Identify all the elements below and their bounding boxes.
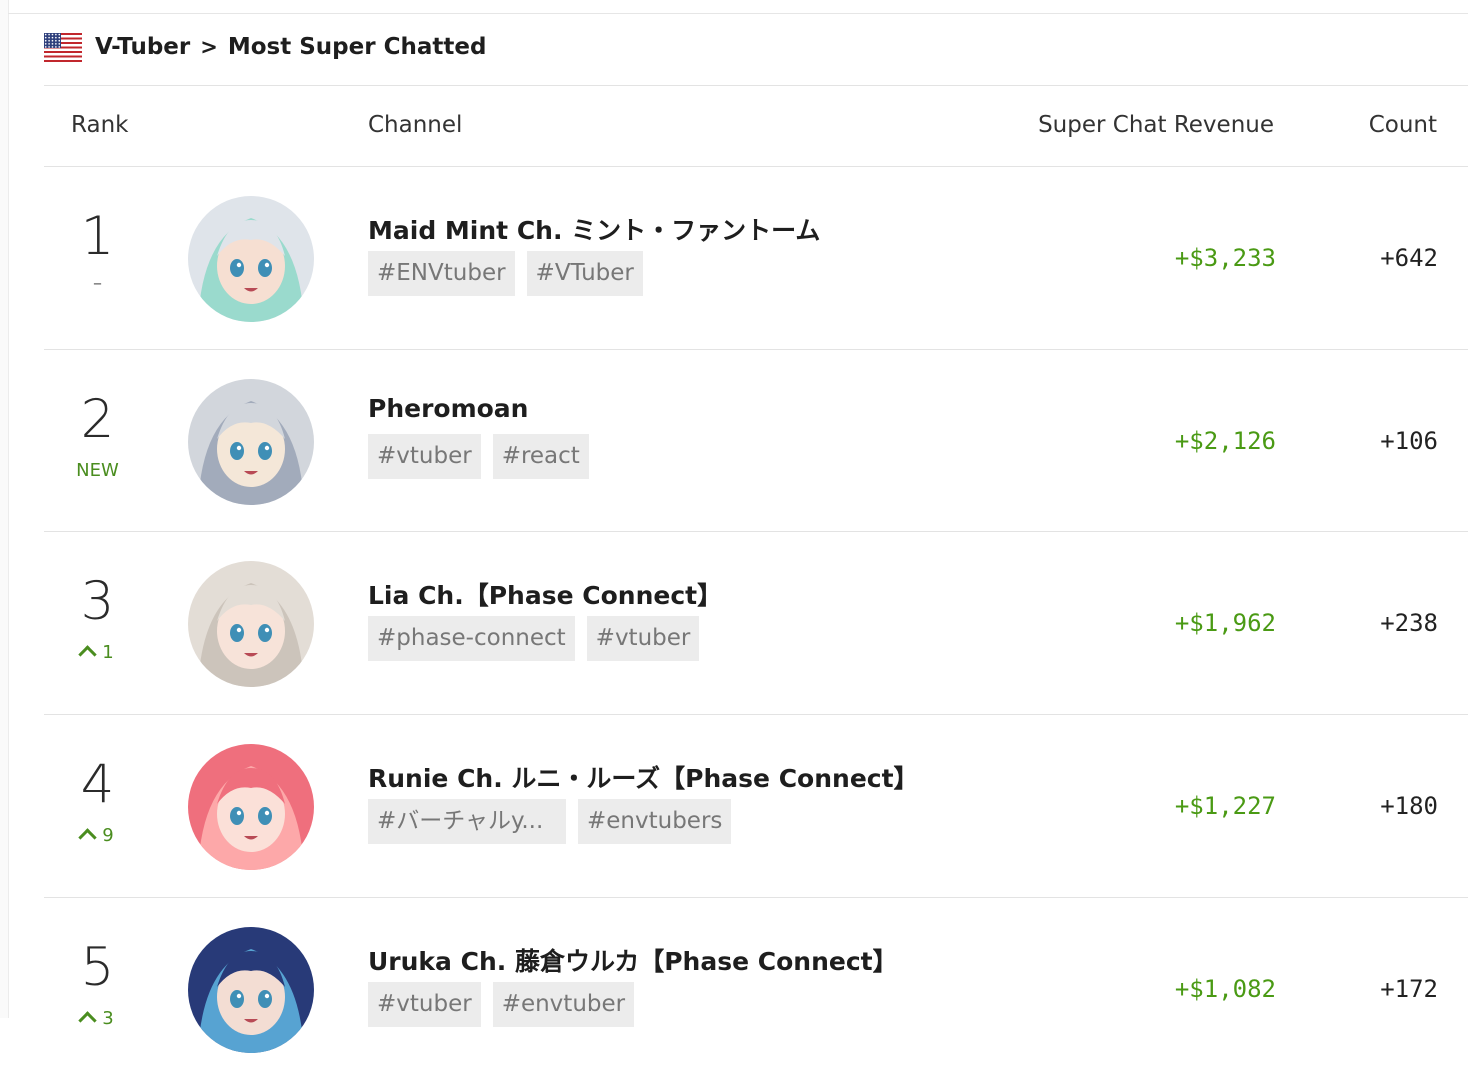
channel-tag[interactable]: #envtubers [578,799,732,844]
rank-change-up: 1 [44,642,151,664]
channel-avatar[interactable] [188,927,314,1053]
super-chat-count: +172 [1380,975,1438,1003]
top-divider [8,13,1468,14]
super-chat-revenue: +$1,962 [1174,609,1276,637]
breadcrumb-category-link[interactable]: V-Tuber [95,34,190,60]
arrow-up-icon [78,828,97,847]
channel-tags: #バーチャルy... #envtubers [368,799,743,844]
channel-tags: #vtuber #envtuber [368,982,646,1027]
super-chat-count: +180 [1380,792,1438,820]
channel-tag[interactable]: #ENVtuber [368,251,515,296]
rank-change-value: 1 [102,642,114,663]
channel-tags: #ENVtuber #VTuber [368,251,655,296]
super-chat-revenue: +$1,082 [1174,975,1276,1003]
super-chat-revenue: +$2,126 [1174,427,1276,455]
table-row[interactable]: 4 9 Runie Ch. ルニ・ルーズ【Phase Connect】 #バーチ… [44,715,1468,897]
super-chat-count: +106 [1380,427,1438,455]
rank-number: 2 [80,389,115,450]
super-chat-revenue: +$3,233 [1174,244,1276,272]
avatar-image [188,196,314,322]
rank-number: 3 [80,571,115,632]
count-column-header[interactable]: Count [1369,112,1437,138]
channel-name-link[interactable]: Uruka Ch. 藤倉ウルカ【Phase Connect】 [368,942,898,978]
us-flag-icon [44,32,82,62]
channel-tag[interactable]: #react [492,434,589,479]
super-chat-count: +238 [1380,609,1438,637]
table-row[interactable]: 5 3 Uruka Ch. 藤倉ウルカ【Phase Connect】 #vtub… [44,898,1468,1080]
breadcrumb-separator: > [200,35,218,59]
channel-avatar[interactable] [188,379,314,505]
avatar-image [188,744,314,870]
avatar-image [188,927,314,1053]
channel-name-link[interactable]: Pheromoan [368,394,528,423]
channel-tag[interactable]: #バーチャルy... [368,799,566,844]
breadcrumb-page-title: Most Super Chatted [227,34,487,60]
channel-name-link[interactable]: Runie Ch. ルニ・ルーズ【Phase Connect】 [368,759,919,795]
super-chat-count: +642 [1380,244,1438,272]
channel-tag[interactable]: #phase-connect [368,616,575,661]
channel-tag[interactable]: #vtuber [368,982,481,1027]
rank-change-value: 3 [102,1008,114,1029]
channel-avatar[interactable] [188,196,314,322]
rank-change-up: 3 [44,1008,151,1030]
channel-avatar[interactable] [188,744,314,870]
channel-tag[interactable]: #vtuber [586,616,700,661]
channel-avatar[interactable] [188,561,314,687]
channel-tag[interactable]: #VTuber [526,251,643,296]
breadcrumb: V-Tuber > Most Super Chatted [44,31,486,63]
rank-column-header: Rank [71,112,129,138]
revenue-column-header[interactable]: Super Chat Revenue [1038,112,1274,138]
rank-number: 1 [80,206,115,267]
channel-name-link[interactable]: Lia Ch.【Phase Connect】 [368,576,722,612]
arrow-up-icon [78,1011,97,1030]
channel-tags: #phase-connect #vtuber [368,616,711,661]
avatar-image [188,561,314,687]
super-chat-revenue: +$1,227 [1174,792,1276,820]
channel-name-link[interactable]: Maid Mint Ch. ミント・ファントーム [368,211,820,247]
arrow-up-icon [78,645,97,664]
rank-number: 4 [80,754,115,815]
channel-column-header: Channel [368,112,463,138]
avatar-image [188,379,314,505]
channel-tags: #vtuber #react [368,434,601,479]
rank-number: 5 [80,937,115,998]
channel-tag[interactable]: #envtuber [492,982,635,1027]
rank-change-value: 9 [102,825,114,846]
rank-change-label: NEW [76,460,119,481]
table-row[interactable]: 1 – Maid Mint Ch. ミント・ファントーム #ENVtuber #V… [44,167,1468,349]
rank-change-up: 9 [44,825,151,847]
channel-tag[interactable]: #vtuber [368,434,481,479]
table-row[interactable]: 2 NEW Pheromoan #vtuber #react +$2,126 +1… [44,350,1468,532]
table-row[interactable]: 3 1 Lia Ch.【Phase Connect】 #phase-connec… [44,532,1468,714]
left-panel-edge [0,0,9,1018]
rank-change-label: – [93,273,102,294]
header-top-divider [44,85,1468,86]
